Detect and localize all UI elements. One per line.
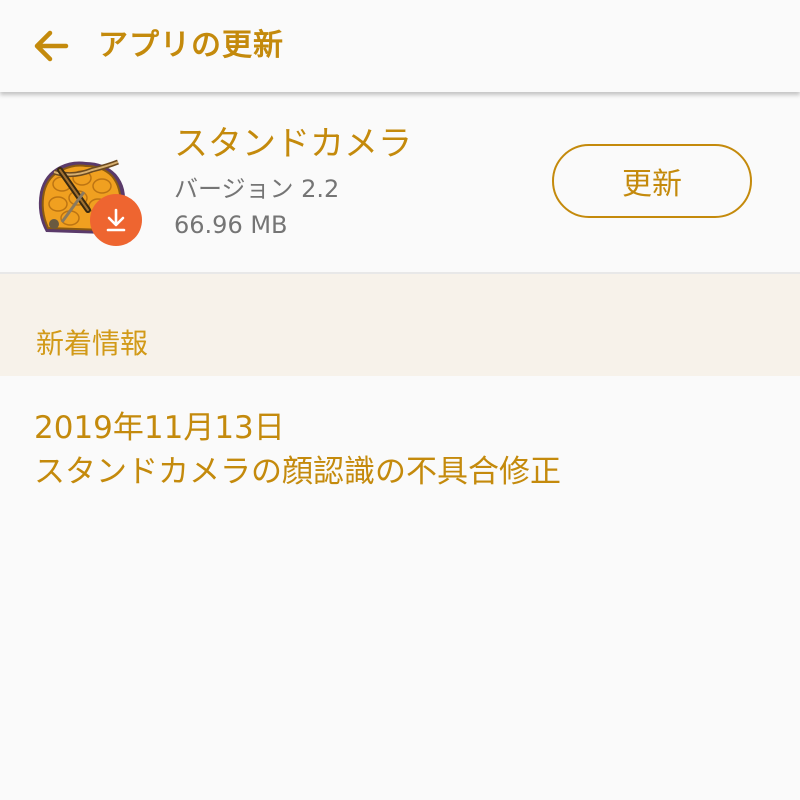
app-update-item: スタンドカメラ バージョン 2.2 66.96 MB 更新 (0, 96, 800, 274)
app-icon (32, 144, 142, 246)
app-version: バージョン 2.2 (174, 175, 340, 203)
whats-new-title: 新着情報 (36, 327, 149, 360)
back-button[interactable] (26, 22, 74, 70)
whats-new-header: 新着情報 (0, 274, 800, 376)
arrow-left-icon (34, 30, 69, 62)
app-name: スタンドカメラ (174, 124, 412, 164)
download-badge (90, 194, 142, 246)
page-title: アプリの更新 (98, 28, 284, 63)
release-date: 2019年11月13日 (34, 410, 285, 446)
update-button[interactable]: 更新 (552, 144, 752, 218)
app-bar: アプリの更新 (0, 0, 800, 92)
download-icon (106, 208, 126, 232)
release-note-text: スタンドカメラの顔認識の不具合修正 (34, 454, 561, 490)
app-size: 66.96 MB (174, 211, 288, 239)
release-notes: 2019年11月13日 スタンドカメラの顔認識の不具合修正 (34, 406, 774, 494)
